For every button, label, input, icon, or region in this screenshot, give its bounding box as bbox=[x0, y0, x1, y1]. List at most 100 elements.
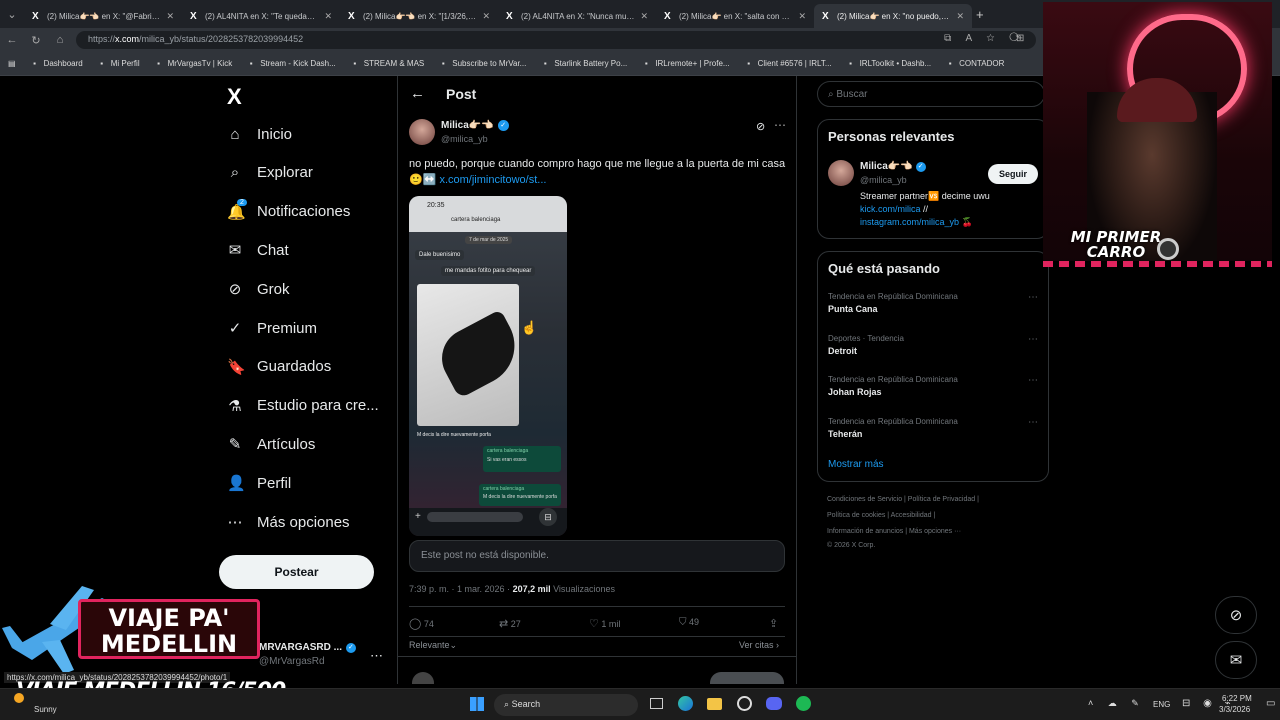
sidebar-item-guardados[interactable]: 🔖 Guardados bbox=[227, 352, 331, 382]
quotes-label: Ver citas bbox=[739, 640, 774, 650]
share-icon[interactable]: ⇪ bbox=[769, 617, 778, 630]
clock-time[interactable]: 6:22 PM bbox=[1222, 694, 1252, 703]
sidebar-item-grok[interactable]: ⊘ Grok bbox=[227, 274, 290, 304]
footer-links[interactable]: Información de anuncios | Más opciones ·… bbox=[827, 528, 961, 535]
trend-item[interactable]: Tendencia en República Dominicana Punta C… bbox=[828, 292, 1040, 314]
author-name[interactable]: Milica👉🏻👈🏻 bbox=[441, 120, 494, 131]
back-icon[interactable]: ← bbox=[0, 34, 24, 46]
tray-icons[interactable]: ˄ ☁ ✎ bbox=[1088, 698, 1145, 709]
grok-float-button[interactable]: ⊘ bbox=[1215, 596, 1257, 634]
relevant-name[interactable]: Milica👉🏻👈🏻 bbox=[860, 161, 913, 172]
browser-tab[interactable]: X (2) Milica👉🏻👈🏻 en X: "[1/3/26, 14... ✕ bbox=[340, 4, 498, 28]
notifications-icon[interactable]: ▭ bbox=[1266, 698, 1275, 709]
trend-more-icon[interactable]: ⋯ bbox=[1028, 292, 1038, 303]
close-icon[interactable]: ✕ bbox=[798, 11, 806, 22]
language-indicator[interactable]: ENG bbox=[1153, 700, 1170, 709]
bookmark-item[interactable]: ▪ Dashboard bbox=[30, 59, 83, 68]
back-arrow-icon[interactable]: ← bbox=[410, 85, 425, 102]
new-tab-button[interactable]: + bbox=[976, 7, 984, 22]
like-button[interactable]: ♡ 1 mil bbox=[589, 617, 620, 630]
bookmark-label: Dashboard bbox=[43, 59, 83, 68]
weather-widget[interactable] bbox=[14, 693, 24, 705]
browser-tab[interactable]: X (2) AL4NITA en X: "Nunca muerda... ✕ bbox=[498, 4, 656, 28]
obs-icon[interactable] bbox=[737, 696, 752, 711]
folder-icon[interactable] bbox=[707, 698, 722, 710]
repost-button[interactable]: ⇄ 27 bbox=[499, 617, 521, 630]
bookmark-item[interactable]: ▪ Subscribe to MrVar... bbox=[438, 59, 527, 68]
sidebar-item-notificaciones[interactable]: 🔔 2 Notificaciones bbox=[227, 197, 350, 227]
sidebar-item-premium[interactable]: ✓ Premium bbox=[227, 313, 317, 343]
home-icon[interactable]: ⌂ bbox=[48, 34, 72, 46]
bookmark-item[interactable]: ▪ Stream - Kick Dash... bbox=[246, 59, 336, 68]
messages-float-button[interactable]: ✉ bbox=[1215, 641, 1257, 679]
bookmark-item[interactable]: ▪ Mi Perfil bbox=[97, 59, 139, 68]
start-icon[interactable] bbox=[470, 697, 484, 711]
sidebar-item-perfil[interactable]: 👤 Perfil bbox=[227, 468, 291, 498]
taskview-icon[interactable] bbox=[650, 698, 663, 709]
author-handle[interactable]: @milica_yb bbox=[441, 134, 488, 144]
grok-explain-icon[interactable]: ⊘ bbox=[756, 120, 765, 133]
taskbar-search[interactable]: ⌕ Search bbox=[494, 694, 638, 716]
bookmark-item[interactable]: ▪ Client #6576 | IRLT... bbox=[744, 59, 831, 68]
trend-item[interactable]: Deportes · Tendencia Detroit ⋯ bbox=[828, 334, 1040, 356]
browser-tab[interactable]: X (2) Milica👉🏻 en X: "salta con ot... ✕ bbox=[656, 4, 814, 28]
url-actions-icon[interactable]: ⧉ A ☆ ⟳ bbox=[944, 33, 1026, 44]
close-icon[interactable]: ✕ bbox=[956, 11, 964, 22]
bookmark-item[interactable]: ▪ IRLremote+ | Profe... bbox=[641, 59, 730, 68]
image-alt-icon[interactable]: ⊟ bbox=[539, 508, 557, 526]
show-more-link[interactable]: Mostrar más bbox=[828, 459, 884, 470]
reload-icon[interactable]: ↻ bbox=[24, 34, 48, 47]
author-avatar[interactable] bbox=[409, 119, 435, 145]
browser-tab[interactable]: X (2) AL4NITA en X: "Te quedaste co... ✕ bbox=[182, 4, 340, 28]
x-logo[interactable]: X bbox=[227, 84, 242, 110]
search-input[interactable]: ⌕ Buscar bbox=[817, 81, 1045, 107]
sidebar-item-estudio-para-cre[interactable]: ⚗ Estudio para cre... bbox=[227, 391, 378, 421]
footer-links[interactable]: Condiciones de Servicio | Política de Pr… bbox=[827, 496, 979, 503]
bookmark-item[interactable]: ▪ MrVargasTv | Kick bbox=[154, 59, 232, 68]
spotify-icon[interactable] bbox=[796, 696, 811, 711]
browser-tab[interactable]: X (2) Milica👉🏻 en X: "no puedo, p... ✕ bbox=[814, 4, 972, 28]
bookmark-item[interactable]: ▪ Starlink Battery Po... bbox=[540, 59, 627, 68]
bio-link[interactable]: kick.com/milica bbox=[860, 204, 921, 214]
close-icon[interactable]: ✕ bbox=[166, 11, 174, 22]
footer-links[interactable]: Política de cookies | Accesibilidad | bbox=[827, 512, 935, 519]
bookmark-item[interactable]: ▪ STREAM & MAS bbox=[350, 59, 424, 68]
reply-button[interactable]: ◯ 74 bbox=[409, 617, 434, 630]
follow-button[interactable]: Seguir bbox=[988, 164, 1038, 184]
account-switcher[interactable]: MRVARGASRD ... ✓ @MrVargasRd bbox=[259, 642, 356, 667]
post-image[interactable]: 20:35 cartera balenciaga 7 de mar de 202… bbox=[409, 196, 567, 536]
reply-button-partial[interactable] bbox=[710, 672, 784, 684]
trend-item[interactable]: Tendencia en República Dominicana Johan R… bbox=[828, 375, 1040, 397]
close-icon[interactable]: ✕ bbox=[482, 11, 490, 22]
post-more-icon[interactable]: ⋯ bbox=[774, 118, 786, 132]
quotes-link[interactable]: Ver citas › bbox=[739, 640, 779, 650]
extensions-icon[interactable]: ⊞ bbox=[1016, 33, 1024, 44]
sidebar-item-explorar[interactable]: ⌕ Explorar bbox=[227, 158, 313, 188]
browser-tab[interactable]: X (2) Milica👉🏻👈🏻 en X: "@Fabrici07... ✕ bbox=[24, 4, 182, 28]
url-bar[interactable]: https://x.com/milica_yb/status/202825378… bbox=[76, 31, 1036, 49]
sidebar-item-chat[interactable]: ✉ Chat bbox=[227, 235, 289, 265]
sidebar-item-m-s-opciones[interactable]: ⋯ Más opciones bbox=[227, 507, 350, 537]
sidebar-item-art-culos[interactable]: ✎ Artículos bbox=[227, 429, 316, 459]
close-icon[interactable]: ✕ bbox=[324, 11, 332, 22]
discord-icon[interactable] bbox=[766, 697, 782, 710]
trend-item[interactable]: Tendencia en República Dominicana Teherán… bbox=[828, 417, 1040, 439]
account-more-icon[interactable]: ⋯ bbox=[370, 648, 383, 664]
relevant-avatar[interactable] bbox=[828, 160, 854, 186]
close-icon[interactable]: ✕ bbox=[640, 11, 648, 22]
trend-more-icon[interactable]: ⋯ bbox=[1028, 375, 1038, 386]
sort-dropdown[interactable]: Relevante⌄ bbox=[409, 640, 457, 651]
bookmarks-menu-icon[interactable]: ▤ bbox=[8, 59, 16, 68]
sidebar-item-inicio[interactable]: ⌂ Inicio bbox=[227, 119, 292, 149]
post-button[interactable]: Postear bbox=[219, 555, 374, 589]
trend-more-icon[interactable]: ⋯ bbox=[1028, 334, 1038, 345]
bookmark-item[interactable]: ▪ CONTADOR bbox=[945, 59, 1005, 68]
tab-menu-icon[interactable]: ⌄ bbox=[0, 8, 24, 21]
bookmark-item[interactable]: ▪ IRLToolkit • Dashb... bbox=[846, 59, 931, 68]
edge-icon[interactable] bbox=[678, 696, 693, 711]
clock-date[interactable]: 3/3/2026 bbox=[1219, 705, 1250, 714]
trend-more-icon[interactable]: ⋯ bbox=[1028, 417, 1038, 428]
post-link[interactable]: x.com/jimincitowo/st... bbox=[439, 174, 546, 186]
bio-link[interactable]: instagram.com/milica_yb bbox=[860, 217, 959, 227]
bookmark-button[interactable]: ⛉ 49 bbox=[679, 617, 699, 628]
